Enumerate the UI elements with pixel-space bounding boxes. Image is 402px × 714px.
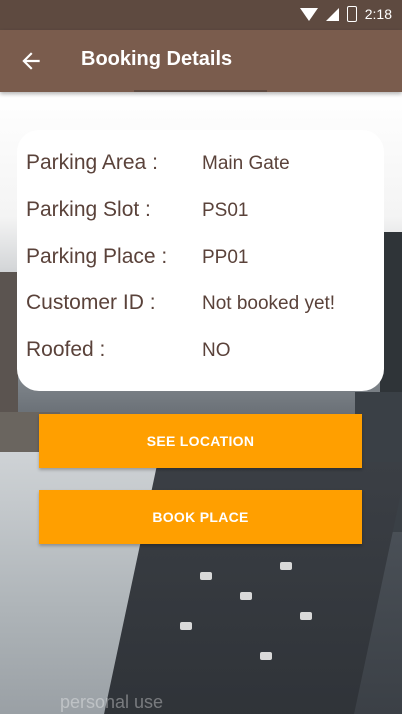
car	[300, 612, 312, 620]
detail-row-parking-slot: Parking Slot : PS01	[26, 198, 376, 228]
detail-value: Not booked yet!	[202, 293, 336, 314]
detail-value: NO	[202, 340, 231, 361]
detail-label: Customer ID :	[26, 291, 156, 314]
arrow-left-icon	[22, 52, 40, 70]
detail-value: PS01	[202, 200, 249, 221]
page-title: Booking Details	[81, 48, 233, 70]
detail-row-customer-id: Customer ID : Not booked yet!	[26, 291, 376, 321]
see-location-button[interactable]: SEE LOCATION	[39, 414, 362, 468]
wifi-icon	[299, 7, 318, 21]
book-place-button[interactable]: BOOK PLACE	[39, 490, 362, 544]
tab-indicator	[134, 90, 267, 92]
car	[280, 562, 292, 570]
detail-label: Parking Place :	[26, 245, 168, 268]
app-bar: Booking Details	[0, 30, 402, 92]
status-bar: 2:18	[0, 0, 402, 30]
booking-details-card: Parking Area : Main Gate Parking Slot : …	[17, 130, 384, 391]
car	[180, 622, 192, 630]
detail-row-parking-area: Parking Area : Main Gate	[26, 151, 376, 181]
detail-value: Main Gate	[202, 153, 290, 174]
detail-row-roofed: Roofed : NO	[26, 338, 376, 368]
signal-icon	[325, 7, 339, 21]
detail-label: Parking Area :	[26, 151, 158, 174]
watermark: personal use	[60, 692, 164, 712]
battery-icon	[346, 6, 357, 22]
car	[200, 572, 212, 580]
detail-value: PP01	[202, 247, 249, 268]
back-button[interactable]	[18, 48, 44, 74]
detail-row-parking-place: Parking Place : PP01	[26, 245, 376, 275]
status-time: 2:18	[364, 6, 392, 22]
building	[0, 272, 18, 422]
detail-label: Roofed :	[26, 338, 106, 361]
detail-label: Parking Slot :	[26, 198, 151, 221]
car	[240, 592, 252, 600]
car	[260, 652, 272, 660]
